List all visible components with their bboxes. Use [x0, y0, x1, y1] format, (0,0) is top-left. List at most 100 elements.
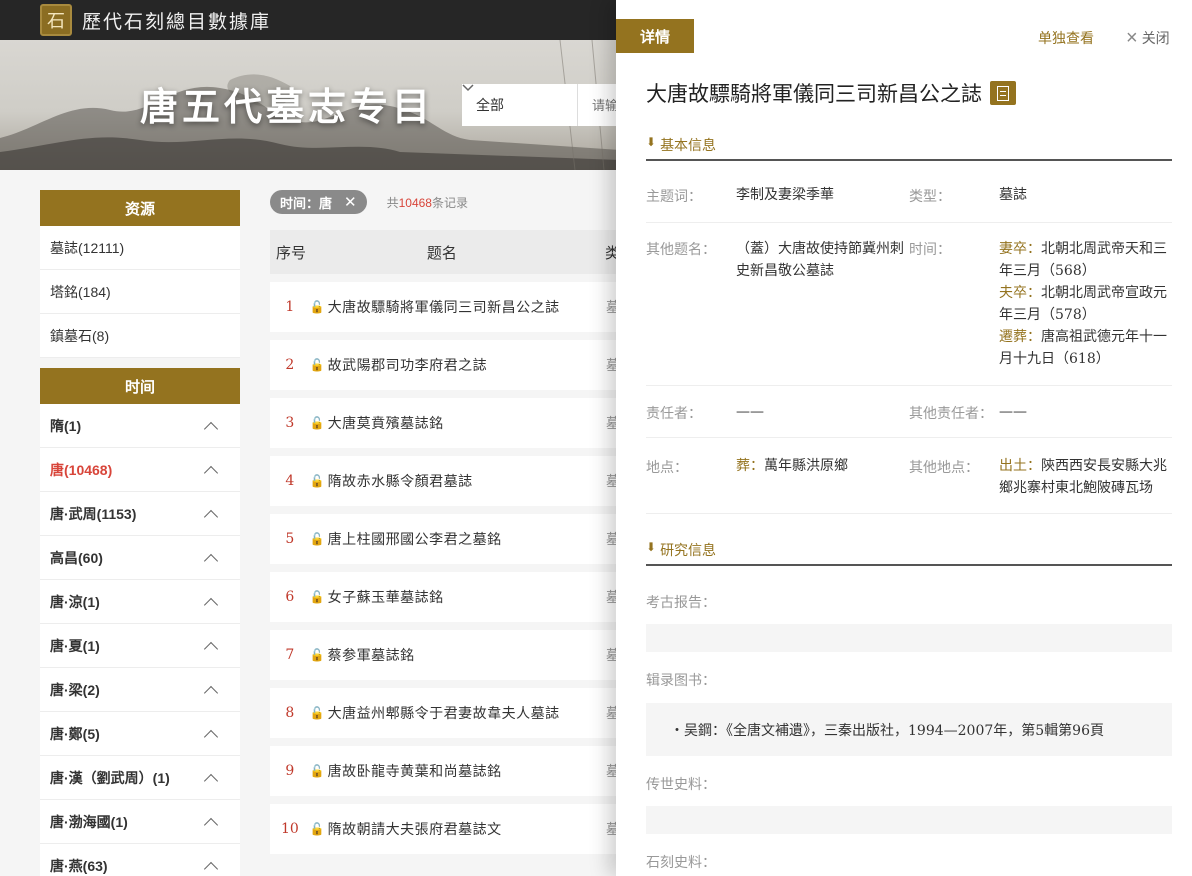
unlock-icon: 🔓 — [309, 822, 325, 836]
time-item[interactable]: 唐·漢（劉武周）(1) — [40, 756, 240, 800]
row-title-link[interactable]: 故武陽郡司功李府君之誌 — [328, 355, 606, 375]
filter-tag-label: 时间：唐 — [280, 195, 333, 211]
research-info-heading: ⬇ 研究信息 — [646, 540, 1172, 566]
resource-item-label: 塔銘(184) — [50, 283, 111, 300]
row-title-link[interactable]: 隋故朝請大夫張府君墓誌文 — [328, 819, 606, 839]
row-title-link[interactable]: 唐上柱國邢國公李君之墓銘 — [328, 529, 606, 549]
time-facet-title: 时间 — [40, 368, 240, 404]
chevron-up-icon[interactable] — [203, 509, 219, 524]
time-item[interactable]: 唐·渤海國(1) — [40, 800, 240, 844]
basic-info-title: 基本信息 — [660, 138, 717, 154]
time-entry: 夫卒：北朝北周武帝宣政元年三月（578） — [999, 282, 1171, 326]
archaeology-box — [646, 624, 1172, 652]
row-title-link[interactable]: 女子蘇玉華墓誌銘 — [328, 587, 606, 607]
time-item[interactable]: 唐·鄭(5) — [40, 712, 240, 756]
detail-tab[interactable]: 详情 — [616, 19, 694, 53]
chevron-up-icon[interactable] — [203, 465, 219, 480]
time-item[interactable]: 隋(1) — [40, 404, 240, 448]
close-button[interactable]: × 关闭 — [1126, 28, 1170, 48]
site-logo[interactable]: 石 — [40, 4, 72, 36]
unlock-icon: 🔓 — [309, 532, 325, 546]
time-item[interactable]: 唐·梁(2) — [40, 668, 240, 712]
table-row[interactable]: 10 🔓 隋故朝請大夫張府君墓誌文墓 — [270, 804, 620, 854]
place-value: 葬：萬年縣洪原鄉 — [736, 455, 848, 477]
subject-value: 李制及妻梁季華 — [736, 187, 834, 203]
open-standalone-link[interactable]: 单独查看 — [1038, 28, 1094, 48]
time-entry-prefix: 遷葬： — [999, 329, 1041, 345]
count-value: 10468 — [398, 195, 432, 210]
time-item[interactable]: 唐·武周(1153) — [40, 492, 240, 536]
other-title-label: 其他题名： — [646, 242, 716, 258]
chevron-up-icon[interactable] — [203, 553, 219, 568]
row-title-link[interactable]: 隋故赤水縣令顏君墓誌 — [328, 471, 606, 491]
close-icon[interactable]: ✕ — [344, 193, 357, 211]
row-title-link[interactable]: 唐故卧龍寺黄葉和尚墓誌銘 — [328, 761, 606, 781]
row-number: 10 — [280, 821, 299, 837]
row-title-link[interactable]: 大唐故驃騎將軍儀同三司新昌公之誌 — [328, 297, 606, 317]
table-row[interactable]: 4 🔓 隋故赤水縣令顏君墓誌墓 — [270, 456, 620, 506]
time-item-label: 唐·夏(1) — [50, 637, 100, 654]
chevron-up-icon[interactable] — [203, 729, 219, 744]
active-filter-tag[interactable]: 时间：唐 ✕ — [270, 190, 367, 214]
column-header-title[interactable]: 题名 — [329, 242, 605, 263]
table-row[interactable]: 9 🔓 唐故卧龍寺黄葉和尚墓誌銘墓 — [270, 746, 620, 796]
history-label: 传世史料： — [646, 777, 716, 793]
row-title-link[interactable]: 蔡参軍墓誌銘 — [328, 645, 606, 665]
chevron-up-icon[interactable] — [203, 597, 219, 612]
document-icon[interactable] — [990, 81, 1016, 105]
time-label: 时间： — [909, 242, 951, 258]
time-entry-prefix: 妻卒： — [999, 241, 1041, 257]
table-row[interactable]: 2 🔓 故武陽郡司功李府君之誌墓 — [270, 340, 620, 390]
book-reference[interactable]: ・吴鋼：《全唐文補遺》，三秦出版社，1994—2007年，第5輯第96頁 — [670, 720, 1104, 740]
unlock-icon: 🔓 — [309, 300, 325, 314]
time-item-active[interactable]: 唐(10468) — [40, 448, 240, 492]
resource-item[interactable]: 塔銘(184) — [40, 270, 240, 314]
time-item-label: 高昌(60) — [50, 549, 103, 566]
column-header-no[interactable]: 序号 — [270, 242, 329, 263]
chevron-up-icon[interactable] — [203, 773, 219, 788]
search-scope-select[interactable]: 全部 — [462, 84, 578, 126]
count-suffix: 条记录 — [431, 195, 468, 210]
row-number: 4 — [285, 473, 295, 489]
chevron-up-icon[interactable] — [203, 685, 219, 700]
type-value: 墓誌 — [999, 187, 1027, 203]
unlock-icon: 🔓 — [309, 648, 325, 662]
row-title-link[interactable]: 大唐益州郫縣令于君妻故韋夫人墓誌 — [328, 703, 606, 723]
other-responsible-value: —— — [999, 404, 1027, 420]
table-row[interactable]: 7 🔓 蔡参軍墓誌銘墓 — [270, 630, 620, 680]
table-row[interactable]: 8 🔓 大唐益州郫縣令于君妻故韋夫人墓誌墓 — [270, 688, 620, 738]
site-title[interactable]: 歷代石刻總目數據庫 — [82, 7, 271, 34]
chevron-up-icon[interactable] — [203, 641, 219, 656]
time-item-label: 唐·涼(1) — [50, 593, 100, 610]
responsible-value: —— — [736, 404, 764, 420]
time-item[interactable]: 唐·夏(1) — [40, 624, 240, 668]
place-label: 地点： — [646, 460, 688, 476]
resource-item[interactable]: 鎮墓石(8) — [40, 314, 240, 358]
table-row[interactable]: 1 🔓 大唐故驃騎將軍儀同三司新昌公之誌墓 — [270, 282, 620, 332]
time-item[interactable]: 高昌(60) — [40, 536, 240, 580]
time-item-label: 唐(10468) — [50, 461, 113, 478]
place-text: 萬年縣洪原鄉 — [764, 458, 848, 474]
row-title-link[interactable]: 大唐莫賁殯墓誌銘 — [328, 413, 606, 433]
time-item[interactable]: 唐·燕(63) — [40, 844, 240, 876]
table-header: 序号 题名 类 — [270, 230, 620, 274]
chevron-up-icon[interactable] — [203, 421, 219, 436]
count-prefix: 共 — [386, 195, 399, 210]
other-place-label: 其他地点： — [909, 460, 979, 476]
row-number: 8 — [285, 705, 295, 721]
chevron-up-icon[interactable] — [203, 861, 219, 876]
chevron-up-icon[interactable] — [203, 817, 219, 832]
table-row[interactable]: 3 🔓 大唐莫賁殯墓誌銘墓 — [270, 398, 620, 448]
time-item-label: 唐·漢（劉武周）(1) — [50, 769, 170, 786]
row-number: 3 — [285, 415, 295, 431]
time-item[interactable]: 唐·涼(1) — [40, 580, 240, 624]
table-row[interactable]: 5 🔓 唐上柱國邢國公李君之墓銘墓 — [270, 514, 620, 564]
row-number: 7 — [285, 647, 295, 663]
time-entry: 妻卒：北朝北周武帝天和三年三月（568） — [999, 238, 1171, 282]
archaeology-label: 考古报告： — [646, 595, 716, 611]
basic-info-heading: ⬇ 基本信息 — [646, 135, 1172, 161]
row-number: 2 — [285, 357, 295, 373]
unlock-icon: 🔓 — [309, 590, 325, 604]
resource-item[interactable]: 墓誌(12111) — [40, 226, 240, 270]
table-row[interactable]: 6 🔓 女子蘇玉華墓誌銘墓 — [270, 572, 620, 622]
